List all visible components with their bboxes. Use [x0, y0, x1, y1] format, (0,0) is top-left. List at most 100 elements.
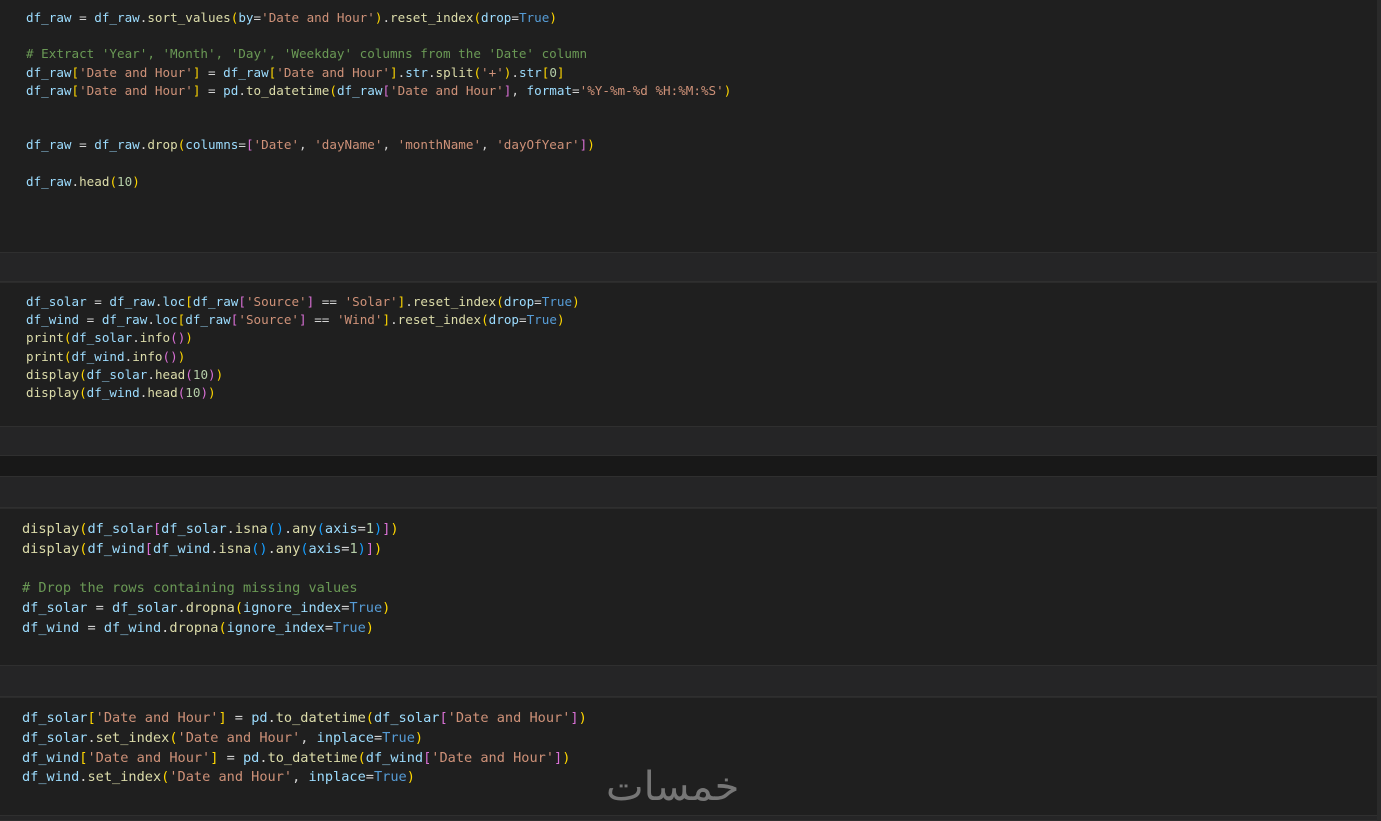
- code-bracket: ]: [299, 312, 307, 328]
- code-line[interactable]: df_raw['Date and Hour'] = df_raw['Date a…: [26, 64, 731, 82]
- code-editor[interactable]: df_raw = df_raw.sort_values(by='Date and…: [26, 9, 731, 191]
- code-bracket: ]: [570, 710, 579, 726]
- code-line[interactable]: df_solar = df_solar.dropna(ignore_index=…: [22, 599, 399, 619]
- code-function: display: [26, 384, 80, 400]
- code-line[interactable]: display(df_solar.head(10)): [26, 366, 580, 384]
- code-operator: .: [177, 600, 186, 617]
- code-operator: .: [390, 312, 398, 328]
- code-line[interactable]: df_wind['Date and Hour'] = pd.to_datetim…: [22, 749, 587, 769]
- code-line[interactable]: [22, 560, 399, 580]
- code-bracket: (: [185, 366, 193, 382]
- code-line[interactable]: display(df_wind[df_wind.isna().any(axis=…: [22, 540, 399, 560]
- code-line[interactable]: print(df_wind.info()): [26, 348, 580, 366]
- code-line[interactable]: display(df_wind.head(10)): [26, 384, 580, 402]
- code-line[interactable]: display(df_solar[df_solar.isna().any(axi…: [22, 520, 399, 540]
- code-cell-1[interactable]: df_raw = df_raw.sort_values(by='Date and…: [0, 0, 1377, 252]
- code-variable: loc: [154, 312, 178, 328]
- code-operator: .: [259, 749, 268, 766]
- code-line[interactable]: df_raw.head(10): [26, 173, 731, 191]
- code-bracket: ]: [382, 312, 391, 328]
- code-line[interactable]: df_solar.set_index('Date and Hour', inpl…: [22, 729, 587, 749]
- code-line[interactable]: df_raw['Date and Hour'] = pd.to_datetime…: [26, 82, 731, 100]
- code-string: 'monthName': [397, 137, 482, 153]
- code-operator: =: [519, 312, 527, 328]
- code-operator: .: [132, 330, 140, 346]
- code-variable: df_raw: [26, 10, 72, 25]
- code-bracket: ): [177, 348, 186, 364]
- code-line[interactable]: # Drop the rows containing missing value…: [22, 579, 399, 599]
- code-bracket: ): [208, 384, 216, 400]
- code-variable: df_wind: [22, 619, 80, 636]
- code-operator: ,: [511, 82, 527, 98]
- code-variable: df_raw: [109, 294, 155, 309]
- cell-output-divider: [0, 426, 1377, 456]
- code-bracket: [: [439, 710, 448, 726]
- code-editor[interactable]: df_solar['Date and Hour'] = pd.to_dateti…: [22, 709, 587, 788]
- code-operator: .: [267, 710, 276, 726]
- code-variable: str: [405, 64, 428, 80]
- code-line[interactable]: print(df_solar.info()): [26, 329, 580, 347]
- code-line[interactable]: df_solar['Date and Hour'] = pd.to_dateti…: [22, 709, 587, 729]
- code-string: 'Date and Hour': [261, 10, 375, 25]
- code-variable: df_raw: [185, 312, 231, 328]
- code-function: head: [79, 173, 110, 189]
- code-variable: df_raw: [26, 173, 72, 189]
- code-line[interactable]: df_wind.set_index('Date and Hour', inpla…: [22, 768, 587, 788]
- code-bracket: ): [208, 366, 216, 382]
- code-string: 'Date and Hour': [87, 749, 211, 766]
- code-bracket: (: [169, 729, 178, 746]
- code-function: reset_index: [412, 294, 497, 309]
- code-bracket: ): [390, 521, 399, 537]
- code-bracket: (): [267, 521, 284, 537]
- code-bracket: (: [496, 294, 504, 309]
- code-line[interactable]: df_wind = df_wind.dropna(ignore_index=Tr…: [22, 619, 399, 639]
- code-editor[interactable]: df_solar = df_raw.loc[df_raw['Source'] =…: [26, 293, 580, 402]
- code-function: to_datetime: [275, 710, 366, 726]
- code-function: isna: [234, 521, 268, 537]
- code-bracket: ): [365, 619, 374, 636]
- code-variable: drop: [503, 294, 535, 309]
- code-bracket: [: [238, 294, 246, 309]
- code-line[interactable]: [26, 155, 731, 173]
- code-operator: =: [511, 10, 519, 25]
- code-line[interactable]: # Extract 'Year', 'Month', 'Day', 'Weekd…: [26, 45, 731, 63]
- code-string: 'Date and Hour': [431, 749, 555, 766]
- code-operator: =: [373, 729, 383, 746]
- code-variable: ignore_index: [226, 619, 325, 636]
- code-bracket: ): [382, 600, 391, 617]
- code-function: reset_index: [397, 312, 482, 328]
- code-function: info: [132, 348, 163, 364]
- code-operator: ,: [481, 137, 497, 153]
- code-editor[interactable]: display(df_solar[df_solar.isna().any(axi…: [22, 520, 399, 639]
- code-variable: drop: [481, 10, 512, 25]
- code-line[interactable]: df_raw = df_raw.drop(columns=['Date', 'd…: [26, 136, 731, 154]
- code-bracket: (: [365, 710, 374, 726]
- code-operator: .: [147, 366, 155, 382]
- code-variable: axis: [308, 540, 342, 557]
- code-operator: =: [71, 137, 95, 153]
- code-string: 'Date and Hour': [390, 82, 504, 98]
- code-line[interactable]: [26, 100, 731, 118]
- code-cell-3[interactable]: display(df_solar[df_solar.isna().any(axi…: [0, 508, 1377, 665]
- code-line[interactable]: df_raw = df_raw.sort_values(by='Date and…: [26, 9, 731, 27]
- code-cell-2[interactable]: df_solar = df_raw.loc[df_raw['Source'] =…: [0, 282, 1377, 426]
- code-variable: df_raw: [94, 137, 140, 153]
- code-variable: df_wind: [26, 312, 80, 328]
- code-line[interactable]: [26, 27, 731, 45]
- code-bracket: ): [215, 366, 224, 382]
- code-bracket: (: [218, 619, 227, 636]
- code-comment: # Extract 'Year', 'Month', 'Day', 'Weekd…: [26, 46, 588, 62]
- code-variable: columns: [185, 137, 239, 153]
- vertical-scrollbar[interactable]: [1377, 0, 1381, 821]
- code-line[interactable]: [26, 118, 731, 136]
- code-string: 'Date and Hour': [169, 769, 293, 786]
- code-bracket: ): [572, 294, 580, 309]
- code-function: to_datetime: [267, 749, 358, 766]
- code-bracket: ): [132, 173, 140, 189]
- code-line[interactable]: df_wind = df_raw.loc[df_raw['Source'] ==…: [26, 311, 580, 329]
- watermark-logo: خمسات: [606, 764, 740, 810]
- code-operator: .: [382, 10, 391, 25]
- code-operator: .: [267, 540, 276, 557]
- code-line[interactable]: df_solar = df_raw.loc[df_raw['Source'] =…: [26, 293, 580, 311]
- code-variable: inplace: [316, 729, 374, 746]
